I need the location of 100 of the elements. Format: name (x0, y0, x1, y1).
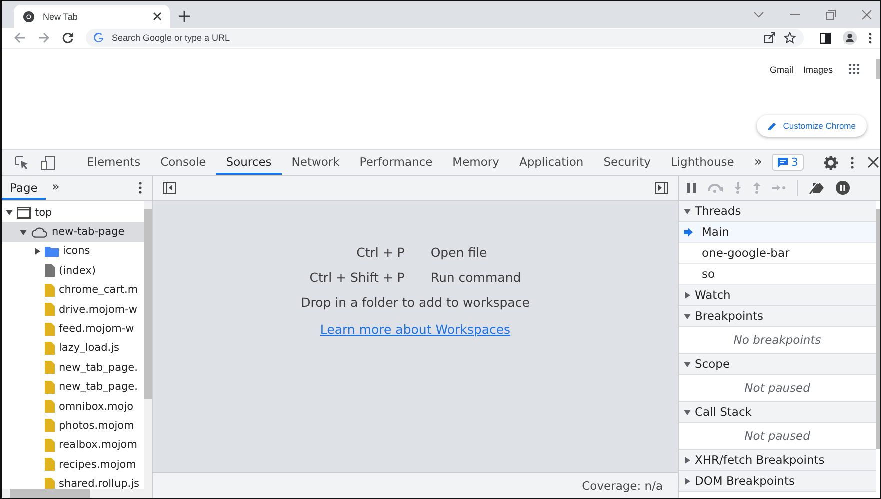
pause-icon[interactable] (687, 183, 696, 193)
script-file-icon (45, 478, 55, 489)
deactivate-breakpoints-icon[interactable] (809, 182, 825, 194)
tree-item[interactable]: drive.mojom-w (2, 300, 144, 320)
frame-icon (17, 206, 31, 219)
tree-item[interactable]: realbox.mojom (2, 436, 144, 456)
tree-item[interactable]: new_tab_page. (2, 378, 144, 397)
kebab-menu-icon[interactable] (139, 182, 142, 194)
close-icon[interactable] (153, 12, 162, 21)
section-header[interactable]: Breakpoints (679, 306, 876, 327)
devtools-tab[interactable]: Network (282, 150, 350, 175)
scrollbar-thumb[interactable] (10, 489, 90, 498)
inspect-element-icon[interactable] (15, 156, 29, 170)
section-header[interactable]: DOM Breakpoints (679, 471, 876, 492)
tree-label: new_tab_page. (59, 362, 138, 374)
script-file-icon (45, 400, 55, 414)
cloud-icon (31, 226, 48, 238)
forward-arrow-icon[interactable] (38, 32, 50, 44)
tree-label: drive.mojom-w (59, 304, 138, 316)
tree-item[interactable]: shared.rollup.js (2, 474, 144, 489)
scrollbar-thumb[interactable] (876, 59, 880, 79)
tree-item[interactable]: new-tab-page (2, 222, 144, 242)
thread-item[interactable]: one-google-bar (679, 243, 876, 264)
plus-icon[interactable] (179, 11, 190, 22)
script-file-icon (45, 419, 55, 432)
section-header[interactable]: Threads (679, 201, 876, 222)
devtools-tab[interactable]: Performance (350, 150, 443, 175)
expanded-triangle-icon (684, 360, 691, 368)
thread-label: one-google-bar (702, 246, 790, 260)
chevron-down-icon[interactable] (754, 12, 764, 18)
navigator-tab[interactable]: Page (2, 176, 46, 200)
section-header[interactable]: Call Stack (679, 402, 876, 423)
profile-avatar-icon[interactable] (843, 31, 857, 45)
section-header[interactable]: Scope (679, 354, 876, 375)
side-panel-icon[interactable] (820, 32, 831, 44)
section-title: XHR/fetch Breakpoints (695, 453, 825, 467)
expanded-triangle-icon (20, 228, 27, 236)
tree-item[interactable]: feed.mojom-w (2, 319, 144, 339)
header-link[interactable]: Images (803, 64, 833, 74)
devtools-tab[interactable]: Memory (442, 150, 510, 175)
devtools-tab[interactable]: Lighthouse (660, 150, 744, 175)
thread-item[interactable]: Main (679, 222, 876, 243)
tree-label: new_tab_page. (59, 381, 138, 394)
browser-tab[interactable]: New Tab (14, 5, 170, 28)
script-file-icon (45, 322, 55, 336)
toggle-navigator-icon[interactable] (163, 182, 176, 194)
scrollbar-thumb[interactable] (144, 209, 152, 399)
restore-icon[interactable] (826, 10, 836, 20)
close-icon[interactable] (868, 157, 880, 168)
tree-item[interactable]: chrome_cart.m (2, 280, 144, 300)
tree-item[interactable]: omnibox.mojo (2, 396, 144, 416)
toggle-debugger-icon[interactable] (655, 182, 668, 194)
tree-label: (index) (59, 264, 96, 277)
tree-item[interactable]: icons (2, 242, 144, 262)
tree-label: photos.mojom (59, 420, 134, 432)
more-tabs-button[interactable]: » (744, 155, 772, 170)
tree-item[interactable]: lazy_load.js (2, 338, 144, 358)
star-icon[interactable] (784, 32, 796, 44)
tree-item[interactable]: photos.mojom (2, 416, 144, 436)
issues-badge[interactable]: 3 (772, 154, 804, 171)
expanded-triangle-icon (684, 312, 691, 320)
scrollbar-thumb[interactable] (876, 209, 880, 449)
collapsed-triangle-icon (684, 292, 691, 298)
chrome-logo-icon (23, 10, 35, 22)
tree-item[interactable]: recipes.mojom (2, 455, 144, 474)
current-thread-arrow-icon (684, 228, 693, 236)
devtools-tab[interactable]: Security (594, 150, 661, 175)
tree-label: shared.rollup.js (59, 478, 140, 489)
minimize-icon[interactable] (790, 14, 800, 16)
share-icon[interactable] (764, 32, 776, 44)
device-toolbar-icon[interactable] (41, 156, 55, 170)
thread-label: Main (702, 225, 730, 239)
header-link[interactable]: Gmail (770, 64, 794, 74)
tree-item[interactable]: (index) (2, 261, 144, 281)
tree-item[interactable]: new_tab_page. (2, 358, 144, 378)
more-tabs-button[interactable]: » (46, 176, 66, 200)
address-bar[interactable]: Search Google or type a URL (86, 29, 804, 47)
empty-message: No breakpoints (734, 333, 822, 347)
document-icon (45, 264, 55, 278)
tree-item[interactable]: top (2, 203, 144, 222)
apps-grid-icon[interactable] (849, 64, 860, 75)
customize-chrome-button[interactable]: Customize Chrome (757, 115, 867, 137)
issues-count: 3 (791, 156, 798, 169)
devtools-tab[interactable]: Console (150, 150, 216, 175)
section-title: Call Stack (695, 405, 752, 419)
collapsed-triangle-icon (684, 478, 691, 484)
section-header[interactable]: Watch (679, 285, 876, 306)
section-header[interactable]: XHR/fetch Breakpoints (679, 450, 876, 471)
empty-message: Not paused (744, 429, 810, 443)
section-title: DOM Breakpoints (695, 474, 795, 488)
devtools-tab[interactable]: Elements (77, 150, 151, 175)
settings-icon[interactable] (824, 156, 838, 170)
kebab-menu-icon[interactable] (851, 156, 854, 168)
reload-icon[interactable] (62, 32, 74, 44)
pause-on-exceptions-icon[interactable] (836, 181, 850, 195)
devtools-tab[interactable]: Application (509, 150, 594, 175)
back-arrow-icon[interactable] (14, 32, 26, 44)
kebab-menu-icon[interactable] (869, 32, 872, 44)
tab-title: New Tab (43, 12, 78, 22)
message-icon (778, 158, 788, 168)
